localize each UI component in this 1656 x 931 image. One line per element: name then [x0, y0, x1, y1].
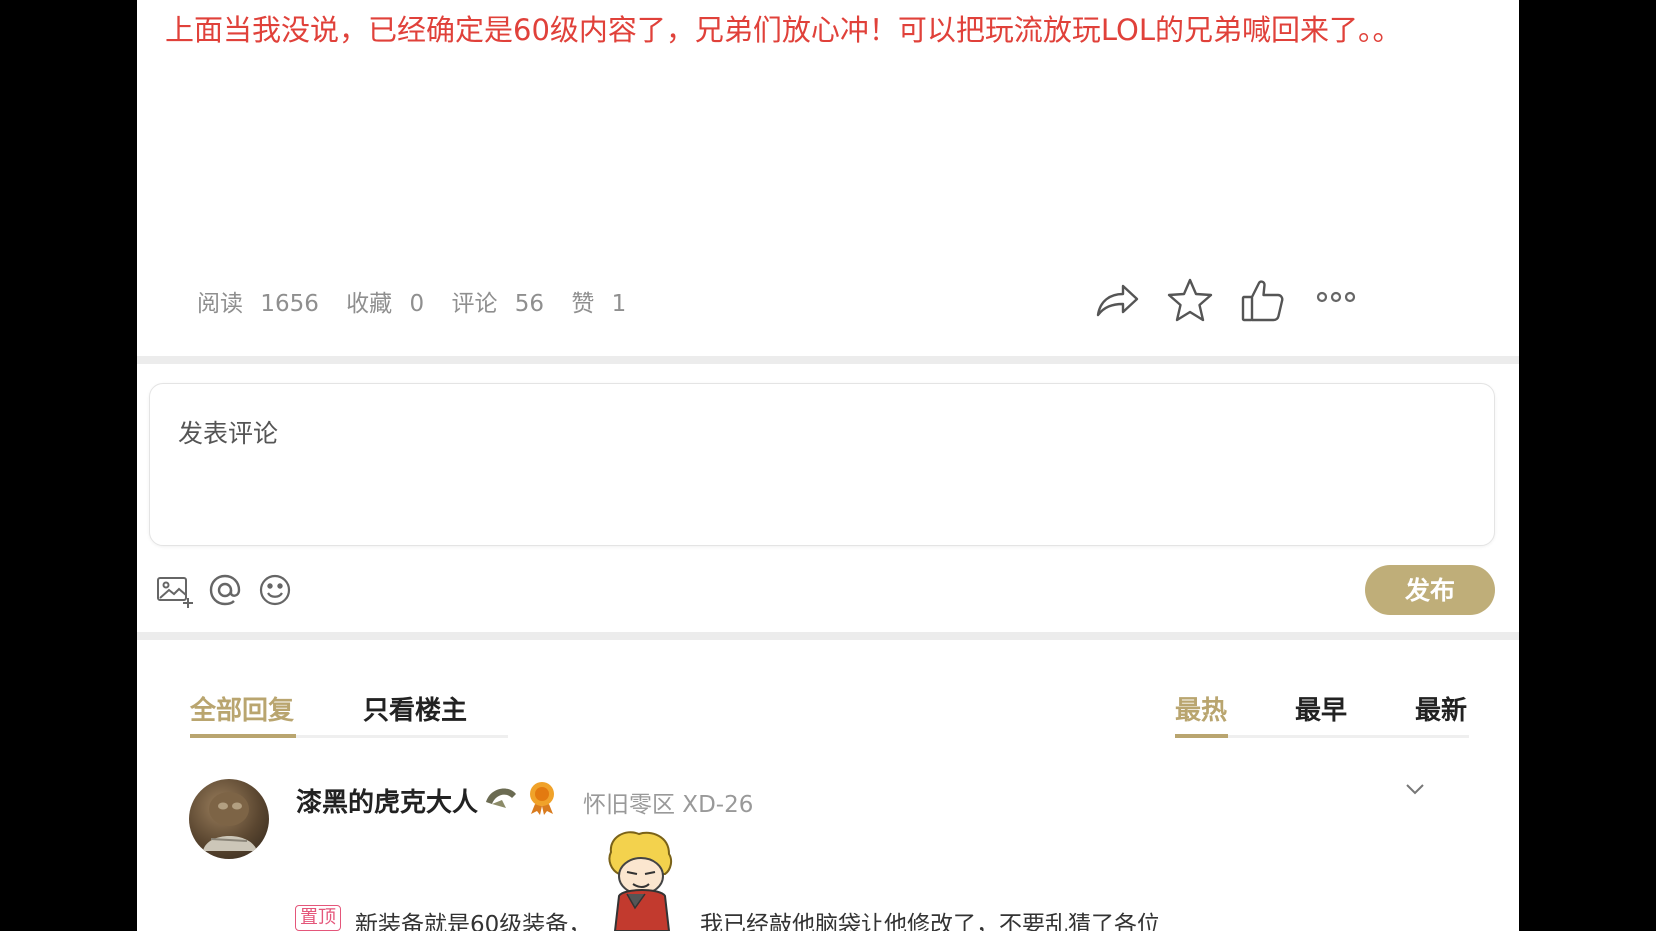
- at-icon: [209, 574, 241, 606]
- helmet-badge-icon: [486, 788, 516, 808]
- sort-newest[interactable]: 最新: [1415, 690, 1467, 727]
- tab-op-only[interactable]: 只看楼主: [363, 690, 467, 727]
- level-badge: [482, 778, 520, 816]
- post-page: 上面当我没说，已经确定是60级内容了，兄弟们放心冲！可以把玩流放玩LOL的兄弟喊…: [137, 0, 1519, 931]
- reply-text-end: 我已经敲他脑袋让他修改了，不要乱猜了各位: [700, 912, 1160, 931]
- post-actions: [137, 275, 1519, 325]
- medal-badge: [523, 778, 561, 816]
- comment-placeholder: 发表评论: [178, 419, 279, 448]
- sort-active-underline: [1175, 734, 1228, 738]
- comment-input[interactable]: 发表评论: [149, 383, 1495, 546]
- reply-username[interactable]: 漆黑的虎克大人: [296, 782, 478, 819]
- section-divider: [137, 632, 1519, 640]
- more-icon: [1316, 291, 1356, 303]
- publish-button[interactable]: 发布: [1365, 565, 1495, 615]
- emoji-icon: [259, 574, 291, 606]
- image-icon: [157, 577, 193, 608]
- reply-text-start: 新装备就是60级装备，: [355, 912, 592, 931]
- chevron-down-icon: [1406, 784, 1424, 795]
- post-content: 上面当我没说，已经确定是60级内容了，兄弟们放心冲！可以把玩流放玩LOL的兄弟喊…: [165, 13, 1402, 47]
- share-button[interactable]: [1092, 275, 1142, 325]
- share-icon: [1096, 284, 1139, 317]
- more-button[interactable]: [1311, 275, 1361, 325]
- sort-earliest[interactable]: 最早: [1295, 690, 1347, 727]
- star-icon: [1167, 278, 1213, 322]
- tab-all-replies[interactable]: 全部回复: [190, 690, 294, 727]
- expand-reply-button[interactable]: [1401, 780, 1429, 800]
- thumbs-up-icon: [1241, 280, 1284, 322]
- mention-button[interactable]: [205, 570, 245, 610]
- pinned-badge: 置顶: [295, 905, 341, 931]
- section-divider: [137, 356, 1519, 364]
- medal-icon: [530, 782, 554, 815]
- insert-image-button[interactable]: [155, 570, 195, 610]
- tab-active-underline: [190, 734, 296, 738]
- emoji-button[interactable]: [255, 570, 295, 610]
- reply-server: 怀旧零区 XD-26: [583, 792, 754, 818]
- sort-hot[interactable]: 最热: [1175, 690, 1227, 727]
- cartoon-sticker: [599, 830, 689, 931]
- like-button[interactable]: [1238, 275, 1288, 325]
- avatar[interactable]: [189, 779, 269, 859]
- favorite-button[interactable]: [1165, 275, 1215, 325]
